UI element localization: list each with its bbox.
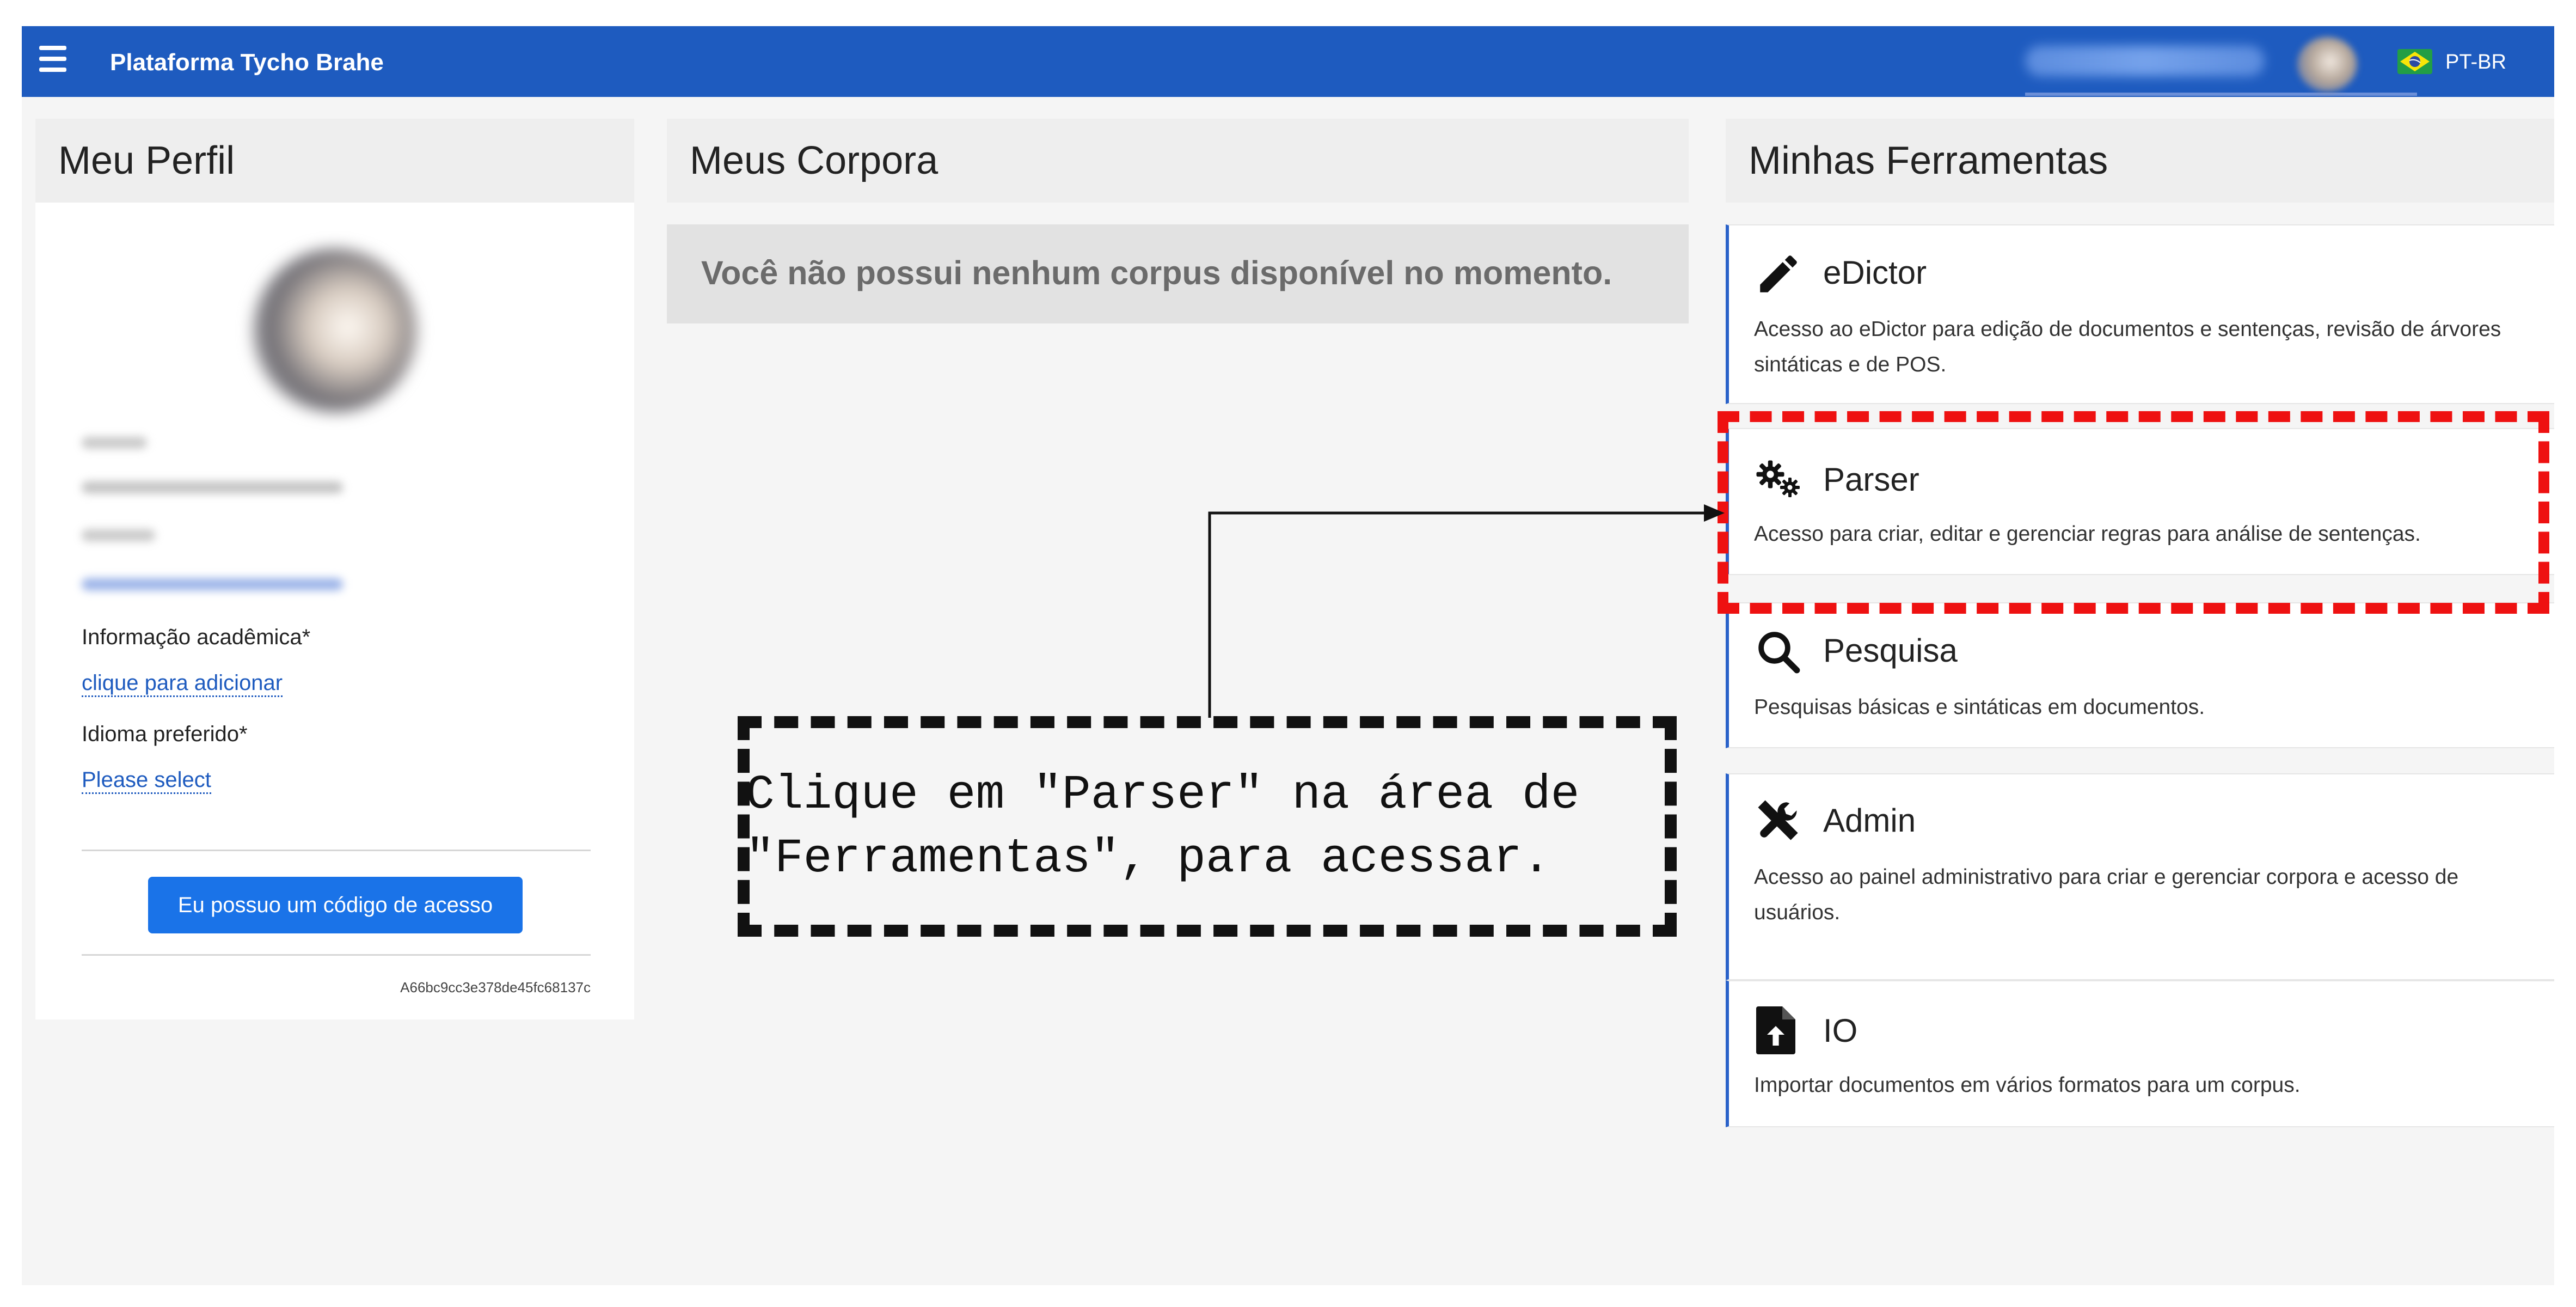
file-upload-icon	[1756, 1006, 1795, 1054]
access-code-button[interactable]: Eu possuo um código de acesso	[148, 877, 523, 933]
email-value-blurred	[82, 481, 343, 493]
annotation-text: Clique em "Parser" na área de "Ferrament…	[746, 764, 1666, 891]
profile-title: Meu Perfil	[35, 119, 634, 203]
profile-avatar	[253, 249, 416, 412]
pencil-icon	[1760, 255, 1797, 292]
tool-description: Acesso ao eDictor para edição de documen…	[1754, 317, 2501, 376]
tool-description: Acesso ao painel administrativo para cri…	[1754, 865, 2459, 924]
tool-description: Importar documentos em vários formatos p…	[1754, 1073, 2301, 1097]
tool-card-edictor[interactable]: eDictor Acesso ao eDictor para edição de…	[1726, 224, 2554, 404]
email-label-blurred	[82, 437, 147, 449]
divider	[82, 954, 591, 956]
profile-hash: A66bc9cc3e378de45fc68137c	[400, 979, 591, 995]
name-value-blurred[interactable]	[82, 578, 343, 590]
tool-title: eDictor	[1823, 254, 1927, 291]
name-label-blurred	[82, 529, 155, 541]
language-selector[interactable]: PT-BR	[2445, 51, 2506, 74]
corpora-empty-notice: Você não possui nenhum corpus disponível…	[667, 224, 1689, 323]
tool-title: Admin	[1823, 802, 1916, 839]
preferred-language-label: Idioma preferido*	[82, 722, 248, 746]
corpora-title: Meus Corpora	[667, 119, 1689, 203]
tool-card-io[interactable]: IO Importar documentos em vários formato…	[1726, 980, 2554, 1127]
top-bar: Plataforma Tycho Brahe PT-BR	[22, 26, 2554, 97]
hamburger-menu-icon[interactable]	[39, 46, 66, 76]
profile-card: Informação acadêmica* clique para adicio…	[35, 203, 634, 1019]
brazil-flag-icon[interactable]	[2397, 49, 2432, 74]
annotation-line: Clique em "Parser" na área de	[746, 768, 1580, 822]
tool-card-admin[interactable]: Admin Acesso ao painel administrativo pa…	[1726, 773, 2554, 980]
search-icon	[1758, 632, 1800, 674]
tool-description: Pesquisas básicas e sintáticas em docume…	[1754, 695, 2205, 719]
tool-card-pesquisa[interactable]: Pesquisa Pesquisas básicas e sintáticas …	[1726, 602, 2554, 748]
tools-icon	[1758, 800, 1798, 840]
tools-title: Minhas Ferramentas	[1726, 119, 2554, 203]
app-title[interactable]: Plataforma Tycho Brahe	[110, 49, 384, 76]
tool-title: IO	[1823, 1012, 1858, 1049]
preferred-language-link[interactable]: Please select	[82, 768, 211, 794]
academic-info-label: Informação acadêmica*	[82, 625, 311, 649]
user-avatar[interactable]	[2297, 37, 2357, 91]
divider	[82, 850, 591, 851]
annotation-line: "Ferramentas", para acessar.	[746, 832, 1551, 886]
app-window: Plataforma Tycho Brahe PT-BR Meu Perfil …	[22, 26, 2554, 1285]
user-menu-underline	[2025, 93, 2417, 96]
user-name-blurred[interactable]	[2025, 46, 2265, 76]
tool-title: Pesquisa	[1823, 632, 1958, 669]
parser-highlight-box	[1718, 411, 2549, 614]
academic-info-link[interactable]: clique para adicionar	[82, 671, 283, 697]
